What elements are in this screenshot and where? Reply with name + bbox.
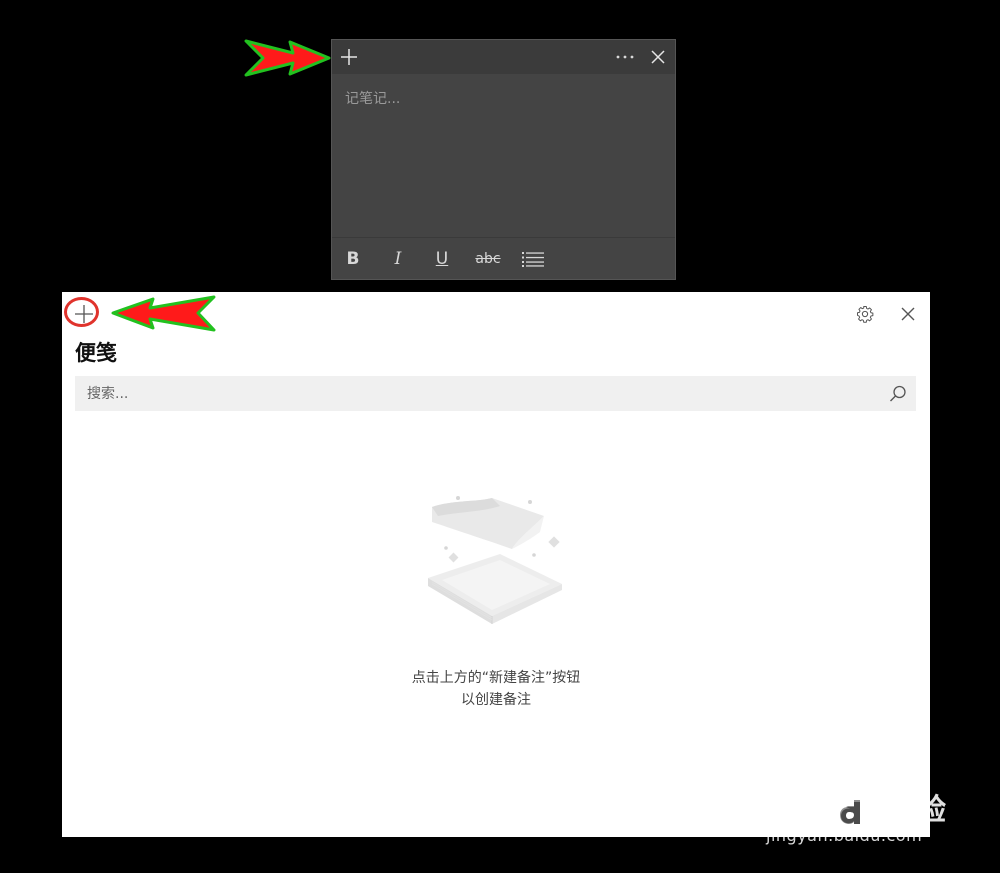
notes-list-window: 便笺 点击上方的“新建备注”按钮 以创建备注: [62, 292, 930, 837]
note-placeholder: 记笔记...: [345, 91, 401, 107]
search-icon[interactable]: [888, 384, 908, 404]
note-text-area[interactable]: 记笔记...: [345, 88, 662, 238]
sticky-note-window: 记笔记... B I U abc: [331, 39, 676, 280]
annotation-arrow-right-icon: [244, 39, 331, 77]
close-icon: [901, 307, 915, 321]
close-note-button[interactable]: [641, 40, 675, 74]
empty-state-message: 点击上方的“新建备注”按钮: [411, 670, 581, 686]
settings-button[interactable]: [852, 301, 878, 327]
page-title: 便笺: [75, 341, 117, 365]
svg-text:经验: 经验: [886, 793, 946, 828]
plus-icon: [75, 305, 93, 323]
italic-button[interactable]: I: [387, 238, 409, 279]
search-input[interactable]: [75, 376, 875, 411]
gear-icon: [857, 306, 874, 323]
strikethrough-button[interactable]: abc: [472, 238, 504, 279]
bullet-list-button[interactable]: [520, 238, 546, 279]
list-icon: [522, 251, 544, 267]
empty-state-message-sub: 以创建备注: [461, 692, 531, 708]
new-note-button[interactable]: [332, 40, 366, 74]
bold-button[interactable]: B: [342, 238, 364, 279]
more-options-button[interactable]: [608, 40, 642, 74]
close-icon: [651, 50, 665, 64]
watermark-url: jingyan.baidu.com: [766, 826, 923, 845]
close-window-button[interactable]: [895, 301, 921, 327]
note-titlebar: [332, 40, 675, 74]
search-bar: [75, 376, 916, 411]
underline-button[interactable]: U: [431, 238, 453, 279]
annotation-arrow-left-icon: [111, 295, 216, 332]
new-note-button[interactable]: [62, 292, 106, 336]
empty-notebook-illustration: [428, 496, 562, 624]
ellipsis-icon: [616, 55, 634, 59]
plus-icon: [341, 49, 357, 65]
formatting-toolbar: B I U abc: [332, 237, 675, 279]
